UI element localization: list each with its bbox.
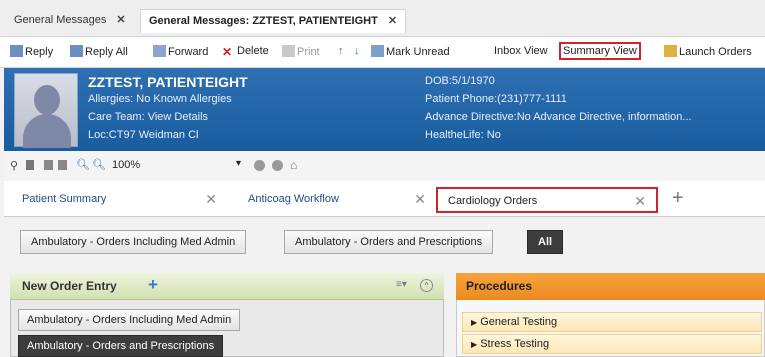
healthelife-text: HealtheLife: No [425, 129, 501, 141]
patient-name[interactable]: ZZTEST, PATIENTEIGHT [88, 74, 248, 90]
patient-avatar [14, 73, 78, 148]
forward-icon [153, 45, 166, 57]
mark-unread-label: Mark Unread [386, 46, 450, 58]
order-folder-med-admin[interactable]: Ambulatory - Orders Including Med Admin [18, 309, 241, 331]
page-icon[interactable] [26, 160, 34, 170]
tab-cardiology-orders[interactable]: Cardiology Orders ✕ [436, 187, 658, 213]
window-tab-patient-message[interactable]: General Messages: ZZTEST, PATIENTEIGHT ✕ [140, 9, 407, 33]
forward-button[interactable]: Forward [153, 45, 208, 58]
collapse-icon[interactable]: ^ [420, 279, 433, 292]
print-icon[interactable] [58, 160, 67, 170]
window-tab-general-messages[interactable]: General Messages ✕ [6, 9, 134, 33]
patient-phone-text: Patient Phone:(231)777-1111 [425, 93, 567, 105]
forward-icon[interactable] [272, 160, 283, 171]
new-order-entry-header: New Order Entry + ≡▾ ^ [10, 273, 444, 300]
view-toolbar: ⚲ 🔍︎ 🔍︎ 100% ▾ ⌂ [4, 151, 765, 181]
dob-text: DOB:5/1/1970 [425, 75, 495, 87]
launch-orders-label: Launch Orders [679, 46, 752, 58]
tab-anticoag-workflow[interactable]: Anticoag Workflow ✕ [238, 187, 436, 213]
print-preview-icon[interactable] [44, 160, 53, 170]
delete-button[interactable]: ✕ Delete [222, 45, 269, 58]
menu-icon[interactable]: ≡▾ [396, 279, 407, 290]
close-icon[interactable]: ✕ [634, 193, 646, 210]
launch-orders-button[interactable]: Launch Orders [664, 45, 752, 58]
close-icon[interactable]: ✕ [388, 15, 397, 27]
caret-right-icon: ▶ [471, 340, 478, 349]
view-tab-bar: Patient Summary ✕ Anticoag Workflow ✕ Card… [4, 181, 765, 217]
care-team-link[interactable]: Care Team: View Details [88, 111, 208, 123]
reply-all-icon [70, 45, 83, 57]
procedures-header: Procedures [456, 273, 765, 300]
order-folder-prescriptions[interactable]: Ambulatory - Orders and Prescriptions [18, 335, 224, 357]
add-tab-plus-icon[interactable]: + [672, 187, 684, 210]
zoom-level[interactable]: 100% [112, 159, 140, 171]
message-toolbar: Reply Reply All Forward ✕ Delete Print ↑ … [0, 36, 765, 68]
print-icon [282, 45, 295, 57]
forward-label: Forward [168, 46, 209, 58]
close-icon[interactable]: ✕ [414, 191, 426, 208]
filter-all[interactable]: All [527, 230, 564, 254]
tab-patient-summary[interactable]: Patient Summary ✕ [12, 187, 227, 213]
procedure-general-testing[interactable]: ▶ General Testing [462, 312, 762, 332]
add-order-plus-icon[interactable]: + [148, 275, 158, 295]
down-arrow-icon[interactable]: ↓ [354, 45, 360, 57]
launch-orders-icon [664, 45, 677, 57]
filter-orders-and-prescriptions[interactable]: Ambulatory - Orders and Prescriptions [284, 230, 494, 254]
tab-label: Anticoag Workflow [248, 193, 339, 205]
print-button[interactable]: Print [282, 45, 320, 58]
delete-icon: ✕ [222, 45, 233, 59]
envelope-icon [371, 45, 384, 57]
reply-all-button[interactable]: Reply All [70, 45, 128, 58]
back-icon[interactable] [254, 160, 265, 171]
binoculars-icon[interactable]: ⚲ [10, 159, 18, 172]
print-label: Print [297, 46, 320, 58]
up-arrow-icon[interactable]: ↑ [338, 45, 344, 57]
new-order-entry-title: New Order Entry [22, 279, 117, 293]
allergies-text[interactable]: Allergies: No Known Allergies [88, 93, 232, 105]
reply-button[interactable]: Reply [10, 45, 53, 58]
window-tab-label: General Messages [14, 14, 107, 26]
procedure-label: Stress Testing [480, 338, 550, 350]
caret-right-icon: ▶ [471, 318, 478, 327]
close-icon[interactable]: ✕ [116, 14, 125, 26]
tab-label: Patient Summary [22, 193, 107, 205]
procedure-label: General Testing [480, 316, 558, 328]
patient-banner: ZZTEST, PATIENTEIGHT Allergies: No Known… [4, 68, 765, 151]
delete-label: Delete [237, 45, 269, 57]
inbox-view-label: Inbox View [494, 45, 548, 57]
procedure-stress-testing[interactable]: ▶ Stress Testing [462, 334, 762, 354]
window-tab-bar: General Messages ✕ General Messages: ZZTE… [0, 0, 765, 36]
mark-unread-button[interactable]: Mark Unread [371, 45, 450, 58]
reply-label: Reply [25, 46, 54, 58]
zoom-in-icon[interactable]: 🔍︎ [76, 158, 90, 171]
tab-label: Cardiology Orders [448, 195, 538, 207]
close-icon[interactable]: ✕ [205, 191, 217, 208]
advance-directive-text[interactable]: Advance Directive:No Advance Directive, … [425, 111, 692, 123]
procedures-title: Procedures [466, 279, 533, 293]
home-icon[interactable]: ⌂ [290, 158, 297, 172]
summary-view-label: Summary View [563, 45, 637, 57]
window-tab-label: General Messages: ZZTEST, PATIENTEIGHT [149, 15, 378, 27]
reply-icon [10, 45, 23, 57]
reply-all-label: Reply All [85, 46, 128, 58]
chevron-down-icon[interactable]: ▾ [236, 158, 241, 169]
zoom-out-icon[interactable]: 🔍︎ [92, 158, 106, 171]
inbox-view-button[interactable]: Inbox View [494, 45, 548, 57]
filter-orders-including-med-admin[interactable]: Ambulatory - Orders Including Med Admin [20, 230, 247, 254]
summary-view-button[interactable]: Summary View [559, 42, 641, 60]
location-text: Loc:CT97 Weidman Cl [88, 129, 199, 141]
